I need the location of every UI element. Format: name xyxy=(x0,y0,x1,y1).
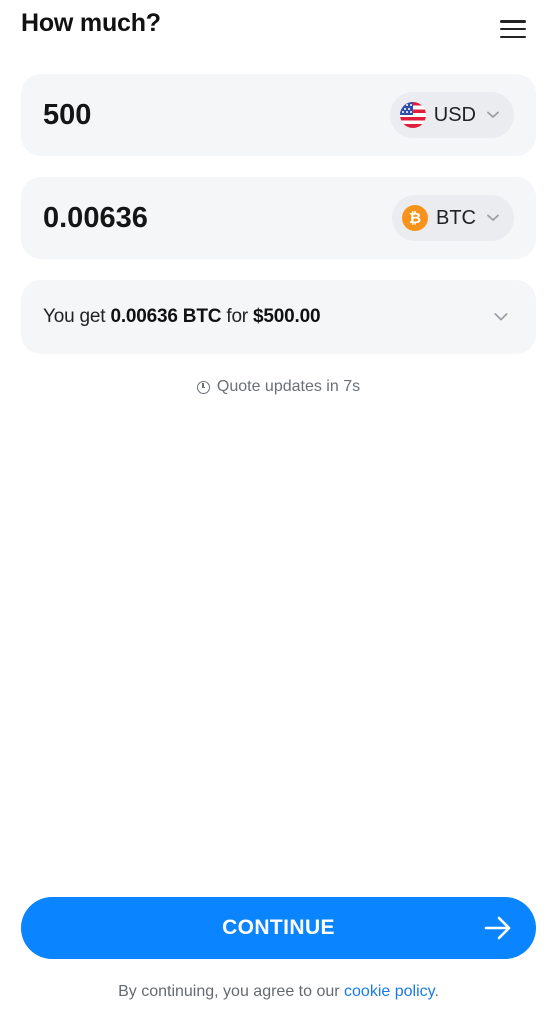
pay-currency-select[interactable]: USD xyxy=(389,92,514,138)
cookie-policy-link[interactable]: cookie policy xyxy=(344,983,434,1000)
menu-bar xyxy=(500,20,526,23)
receive-amount-input[interactable] xyxy=(43,201,343,235)
menu-bar xyxy=(500,35,526,38)
pay-amount-card: USD xyxy=(21,74,536,156)
quote-timer-text: Quote updates in 7s xyxy=(216,378,361,395)
summary-fiat-amount: $500.00 xyxy=(253,306,321,327)
pay-currency-code: USD xyxy=(433,103,476,126)
us-flag-icon xyxy=(399,102,426,128)
bitcoin-icon: ₿ xyxy=(402,205,428,231)
chevron-down-icon xyxy=(486,108,500,122)
quote-summary-text: You get 0.00636 BTC for $500.00 xyxy=(43,306,321,328)
hamburger-menu-icon[interactable] xyxy=(500,17,530,41)
pay-amount-input[interactable] xyxy=(43,98,343,132)
quote-timer: Quote updates in 7s xyxy=(0,378,557,396)
continue-button[interactable]: CONTINUE xyxy=(21,897,536,959)
continue-button-label: CONTINUE xyxy=(222,916,335,939)
quote-summary-toggle[interactable]: You get 0.00636 BTC for $500.00 xyxy=(21,280,536,354)
header: How much? xyxy=(21,0,536,56)
summary-crypto-amount: 0.00636 BTC xyxy=(110,306,222,327)
legal-notice: By continuing, you agree to our cookie p… xyxy=(0,983,557,1001)
summary-prefix: You get xyxy=(43,306,106,327)
receive-currency-code: BTC xyxy=(436,206,476,229)
arrow-right-icon xyxy=(484,916,511,940)
chevron-down-icon xyxy=(494,310,508,324)
chevron-down-icon xyxy=(486,211,500,225)
page-title: How much? xyxy=(21,8,161,37)
clock-icon xyxy=(196,380,210,394)
summary-middle: for xyxy=(226,306,248,327)
receive-amount-card: ₿ BTC xyxy=(21,177,536,259)
receive-currency-select[interactable]: ₿ BTC xyxy=(392,195,514,241)
menu-bar xyxy=(500,27,526,31)
legal-prefix: By continuing, you agree to our xyxy=(118,983,340,1000)
legal-suffix: . xyxy=(434,983,439,1000)
